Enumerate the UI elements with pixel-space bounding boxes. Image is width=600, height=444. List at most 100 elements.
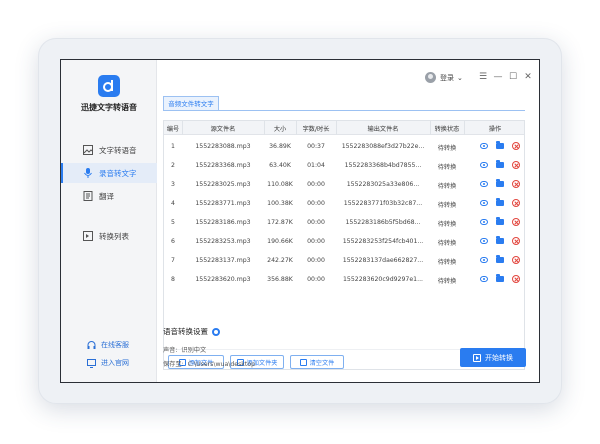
nav-speech-to-text[interactable]: 录音转文字 — [61, 163, 157, 183]
table-row[interactable]: 2 1552283368.mp3 63.40K 01:04 1552283368b4bd… — [164, 156, 524, 174]
eye-icon[interactable] — [480, 200, 488, 206]
app-window: 迅捷文字转语音 文字转语音 录音转文字 翻译 转换列表 在线客服 进入官网 登录… — [60, 59, 540, 383]
cell-no: 7 — [171, 257, 175, 264]
cell-len: 01:04 — [307, 162, 325, 169]
folder-icon[interactable] — [496, 217, 504, 225]
cell-name: 1552283088.mp3 — [195, 143, 251, 150]
cell-out: 1552283186b5f5bd68... — [345, 219, 421, 226]
clear-files-label: 清空文件 — [309, 359, 335, 367]
image-icon — [83, 145, 93, 155]
official-site-link[interactable]: 进入官网 — [61, 358, 157, 368]
nav-translate[interactable]: 翻译 — [61, 186, 157, 206]
table-row[interactable]: 4 1552283771.mp3 100.38K 00:00 1552283771f03… — [164, 194, 524, 212]
tab-audio-to-text[interactable]: 音频文件转文字 — [163, 96, 219, 111]
cell-no: 8 — [171, 276, 175, 283]
minimize-icon[interactable]: — — [492, 70, 504, 84]
header-source: 源文件名 — [210, 126, 236, 133]
table-row[interactable]: 6 1552283253.mp3 190.66K 00:00 1552283253f25… — [164, 232, 524, 250]
nav-text-to-speech[interactable]: 文字转语音 — [61, 140, 157, 160]
clear-files-button[interactable]: 清空文件 — [290, 355, 344, 369]
delete-icon[interactable] — [512, 161, 520, 169]
cell-status: 待转换 — [437, 240, 457, 247]
cell-name: 1552283368.mp3 — [195, 162, 251, 169]
eye-icon[interactable] — [480, 238, 488, 244]
folder-icon[interactable] — [496, 198, 504, 206]
cell-out: 1552283253f254fcb401... — [342, 238, 424, 245]
gear-icon[interactable] — [212, 327, 220, 336]
cell-size: 172.87K — [267, 219, 293, 226]
delete-icon[interactable] — [512, 180, 520, 188]
cell-no: 3 — [171, 181, 175, 188]
cell-status: 待转换 — [437, 278, 457, 285]
monitor-icon — [87, 358, 96, 368]
voice-value: 识别中文 — [181, 347, 207, 354]
cell-status: 待转换 — [437, 202, 457, 209]
headset-icon — [87, 340, 96, 350]
table-header: 编号 源文件名 大小 字数/时长 输出文件名 转换状态 操作 — [164, 121, 524, 135]
header-length: 字数/时长 — [302, 126, 330, 133]
cell-len: 00:00 — [307, 181, 325, 188]
menu-icon[interactable]: ☰ — [477, 70, 489, 84]
folder-icon[interactable] — [496, 160, 504, 168]
table-row[interactable]: 8 1552283620.mp3 356.88K 00:00 1552283620c9d… — [164, 270, 524, 288]
delete-icon[interactable] — [512, 237, 520, 245]
eye-icon[interactable] — [480, 162, 488, 168]
cell-name: 1552283620.mp3 — [195, 276, 251, 283]
app-name: 迅捷文字转语音 — [81, 103, 137, 112]
eye-icon[interactable] — [480, 257, 488, 263]
delete-icon[interactable] — [512, 275, 520, 283]
eye-icon[interactable] — [480, 181, 488, 187]
folder-icon[interactable] — [496, 274, 504, 282]
login-button[interactable]: 登录 ⌄ — [425, 72, 463, 83]
cell-no: 5 — [171, 219, 175, 226]
cell-len: 00:00 — [307, 238, 325, 245]
delete-icon[interactable] — [512, 218, 520, 226]
save-label: 保存至 — [163, 361, 182, 368]
trash-icon — [299, 358, 307, 366]
cell-name: 1552283137.mp3 — [195, 257, 251, 264]
cell-no: 1 — [171, 143, 175, 150]
delete-icon[interactable] — [512, 142, 520, 150]
cell-status: 待转换 — [437, 183, 457, 190]
list-icon — [83, 231, 93, 241]
eye-icon[interactable] — [480, 143, 488, 149]
maximize-icon[interactable]: ☐ — [507, 70, 519, 84]
table-row[interactable]: 5 1552283186.mp3 172.87K 00:00 1552283186b5f… — [164, 213, 524, 231]
cell-len: 00:37 — [307, 143, 325, 150]
eye-icon[interactable] — [480, 219, 488, 225]
close-icon[interactable]: ✕ — [522, 70, 534, 84]
delete-icon[interactable] — [512, 199, 520, 207]
folder-icon[interactable] — [496, 255, 504, 263]
start-convert-button[interactable]: 开始转换 — [460, 348, 526, 367]
table-row[interactable]: 1 1552283088.mp3 36.89K 00:37 1552283088ef3d… — [164, 137, 524, 155]
cell-status: 待转换 — [437, 145, 457, 152]
folder-icon[interactable] — [496, 141, 504, 149]
save-path-value[interactable]: C:\Users\wua\desktop — [188, 361, 255, 368]
voice-setting: 声音: 识别中文 — [163, 347, 207, 354]
app-logo-icon — [98, 75, 120, 97]
cell-out: 1552283620c9d9297e1... — [342, 276, 424, 283]
cell-name: 1552283186.mp3 — [195, 219, 251, 226]
table-row[interactable]: 7 1552283137.mp3 242.27K 00:00 1552283137dae… — [164, 251, 524, 269]
online-service-link[interactable]: 在线客服 — [61, 340, 157, 350]
login-label: 登录 — [440, 73, 454, 82]
settings-title: 语音转换设置 — [163, 326, 220, 337]
cell-name: 1552283253.mp3 — [195, 238, 251, 245]
cell-len: 00:00 — [307, 219, 325, 226]
folder-icon[interactable] — [496, 236, 504, 244]
delete-icon[interactable] — [512, 256, 520, 264]
nav-conversion-list[interactable]: 转换列表 — [61, 226, 157, 246]
cell-out: 1552283025a33e806... — [346, 181, 420, 188]
start-convert-label: 开始转换 — [485, 353, 513, 362]
cell-out: 1552283771f03b32c87... — [343, 200, 423, 207]
eye-icon[interactable] — [480, 276, 488, 282]
folder-icon[interactable] — [496, 179, 504, 187]
cell-size: 36.89K — [269, 143, 291, 150]
cell-out: 1552283368b4bd7855... — [344, 162, 422, 169]
voice-label: 声音 — [163, 347, 176, 354]
online-service-label: 在线客服 — [101, 341, 129, 349]
tab-divider — [163, 110, 525, 111]
cell-size: 242.27K — [267, 257, 293, 264]
cell-len: 00:00 — [307, 257, 325, 264]
table-row[interactable]: 3 1552283025.mp3 110.08K 00:00 1552283025a33… — [164, 175, 524, 193]
